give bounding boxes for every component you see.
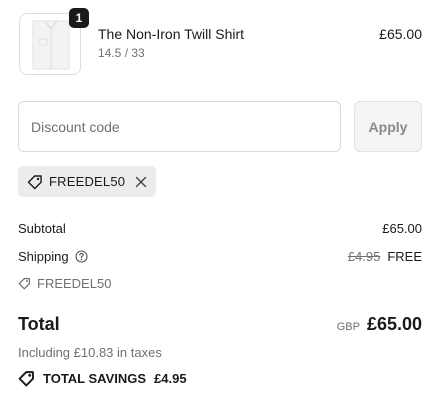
shipping-discount-row: FREEDEL50 bbox=[18, 276, 111, 291]
discount-code-input[interactable] bbox=[18, 101, 341, 152]
product-title: The Non-Iron Twill Shirt bbox=[98, 26, 245, 42]
tag-icon bbox=[18, 277, 31, 290]
total-label: Total bbox=[18, 314, 60, 334]
shipping-value: FREE bbox=[387, 249, 422, 264]
subtotal-row: Subtotal £65.00 bbox=[18, 221, 422, 236]
product-price: £65.00 bbox=[379, 26, 422, 42]
question-circle-icon[interactable] bbox=[75, 250, 88, 263]
total-savings-row: TOTAL SAVINGS £4.95 bbox=[18, 370, 187, 387]
product-variant: 14.5 / 33 bbox=[98, 46, 145, 60]
total-amount-group: GBP £65.00 bbox=[337, 314, 422, 335]
subtotal-label: Subtotal bbox=[18, 221, 66, 236]
applied-discount-code: FREEDEL50 bbox=[49, 174, 126, 189]
close-icon[interactable] bbox=[134, 175, 148, 189]
line-item: 1 The Non-Iron Twill Shirt 14.5 / 33 £65… bbox=[18, 8, 422, 77]
apply-button[interactable]: Apply bbox=[354, 101, 422, 152]
total-savings-value: £4.95 bbox=[154, 371, 187, 386]
currency-code: GBP bbox=[336, 321, 360, 333]
shirt-image bbox=[32, 20, 70, 70]
shipping-label: Shipping bbox=[18, 249, 69, 264]
shipping-original-price: £4.95 bbox=[347, 249, 381, 264]
total-value: £65.00 bbox=[366, 314, 422, 334]
shipping-row: Shipping £4.95 FREE bbox=[18, 249, 422, 264]
subtotal-value: £65.00 bbox=[382, 221, 422, 236]
product-thumbnail: 1 bbox=[19, 8, 89, 75]
applied-discount-chip: FREEDEL50 bbox=[18, 166, 156, 197]
shipping-discount-code: FREEDEL50 bbox=[37, 276, 112, 291]
tag-icon bbox=[18, 370, 35, 387]
taxes-note: Including £10.83 in taxes bbox=[18, 345, 162, 360]
quantity-badge: 1 bbox=[69, 8, 89, 28]
tag-icon bbox=[27, 174, 43, 190]
shipping-value-group: £4.95 FREE bbox=[348, 249, 422, 264]
total-savings-label: TOTAL SAVINGS bbox=[43, 371, 147, 386]
